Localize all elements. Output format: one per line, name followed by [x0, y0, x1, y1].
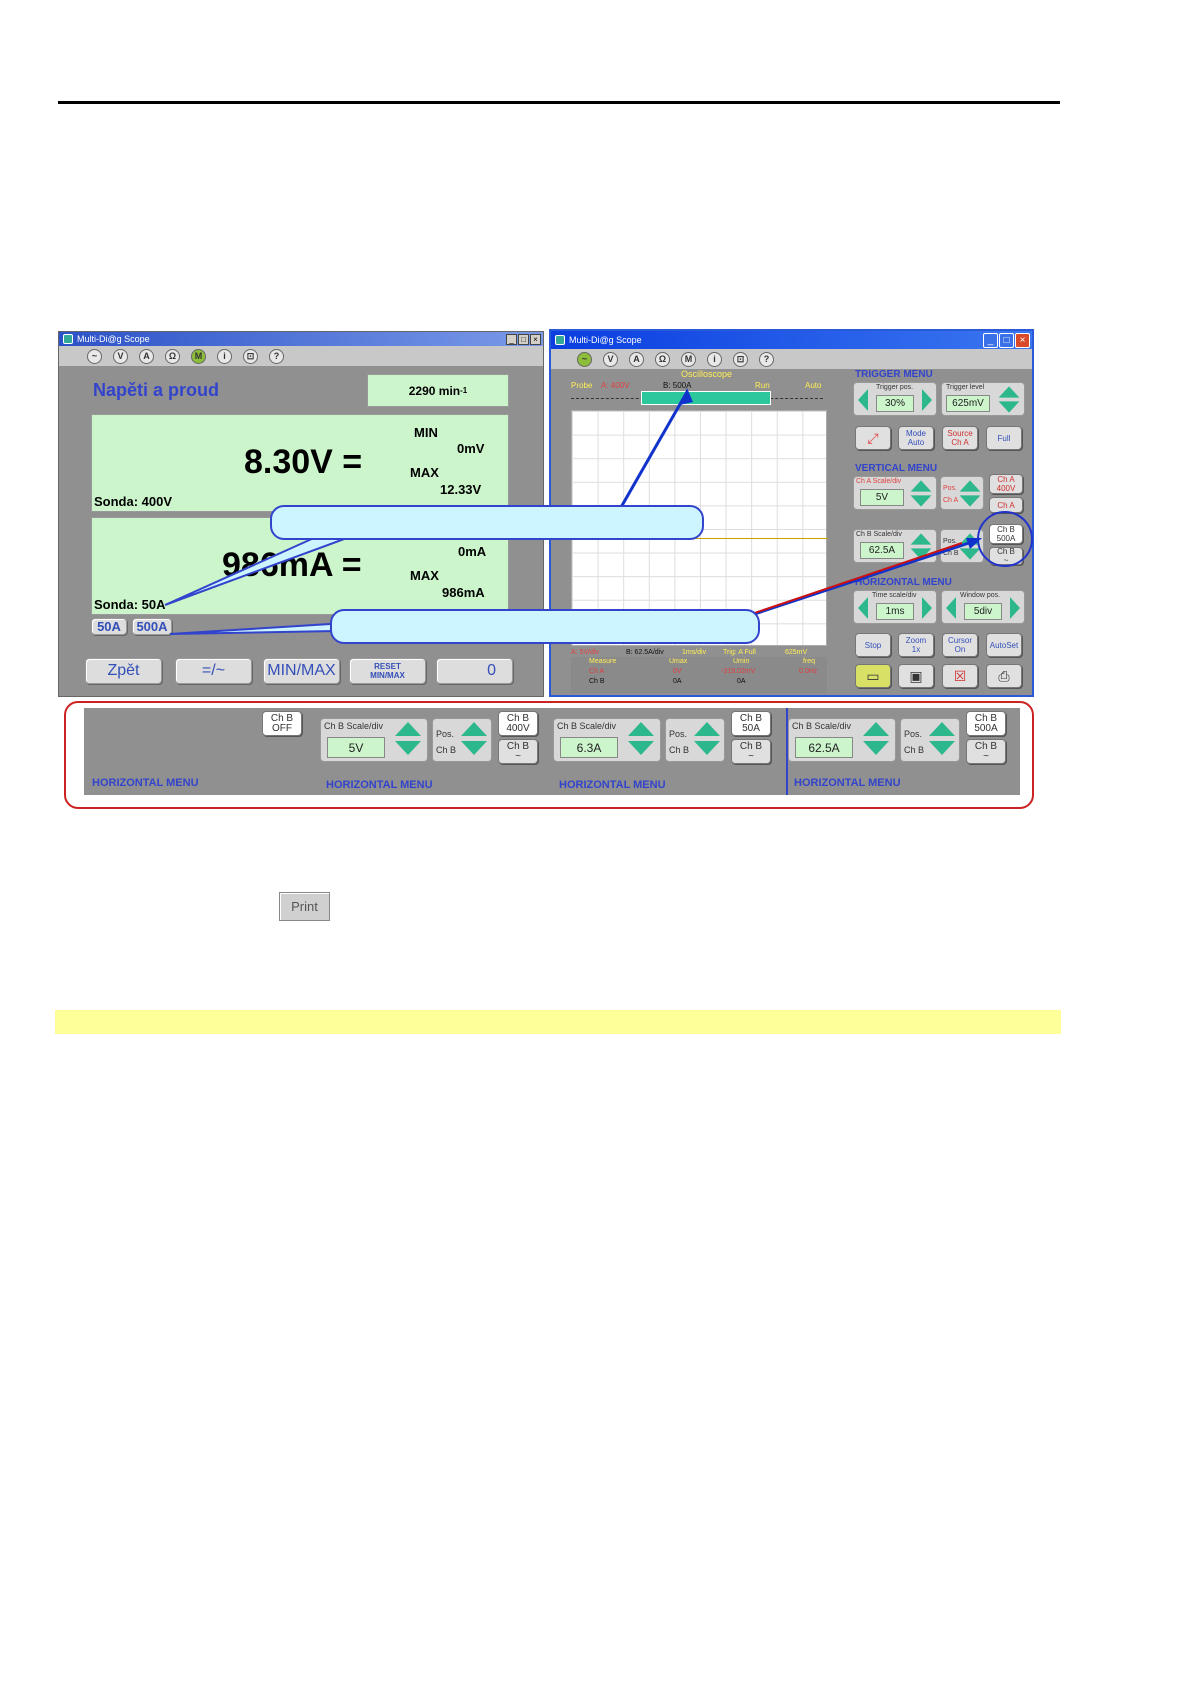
strip-scale-up-arrow[interactable] — [395, 722, 421, 736]
strip-scale-value: 5V — [327, 737, 385, 758]
strip-pos-label: Pos. — [436, 729, 455, 739]
chb-coupling-button[interactable]: Ch B ~ — [498, 739, 538, 764]
strip-pos-channel: Ch B — [904, 745, 925, 755]
strip-segment-400v: Ch B Scale/div 5V Pos. Ch B Ch B 400V Ch … — [320, 708, 553, 795]
print-button[interactable]: Print — [279, 892, 330, 921]
chb-coupling-value: ~ — [515, 750, 521, 762]
chb-coupling-button[interactable]: Ch B ~ — [966, 739, 1006, 764]
strip-scale-down-arrow[interactable] — [628, 741, 654, 755]
strip-pos-label: Pos. — [669, 729, 688, 739]
annotation-arrow-b-probe-head — [680, 388, 693, 405]
strip-scale-label: Ch B Scale/div — [557, 721, 617, 731]
strip-scale-up-arrow[interactable] — [863, 722, 889, 736]
strip-pos-up-arrow[interactable] — [461, 722, 487, 736]
chb-coupling-button[interactable]: Ch B ~ — [731, 739, 771, 764]
chb-400v-value: 400V — [506, 722, 530, 734]
strip-scale-down-arrow[interactable] — [395, 741, 421, 755]
chb-50a-label: Ch B — [739, 712, 763, 724]
strip-scale-control: Ch B Scale/div 6.3A — [553, 718, 661, 762]
strip-pos-label: Pos. — [904, 729, 923, 739]
chb-500a-label: Ch B — [974, 712, 998, 724]
strip-segment-50a: Ch B Scale/div 6.3A Pos. Ch B Ch B 50A Ch… — [553, 708, 786, 795]
chb-off-value: OFF — [272, 722, 292, 734]
strip-pos-up-arrow[interactable] — [929, 722, 955, 736]
chb-500a-value: 500A — [974, 722, 998, 734]
highlight-bar — [55, 1010, 1061, 1034]
strip-scale-control: Ch B Scale/div 5V — [320, 718, 428, 762]
chb-off-button[interactable]: Ch B OFF — [262, 711, 302, 736]
chb-400v-button[interactable]: Ch B 400V — [498, 711, 538, 736]
strip-scale-value: 62.5A — [795, 737, 853, 758]
chb-400v-label: Ch B — [506, 712, 530, 724]
chb-coupling-label: Ch B — [739, 740, 763, 752]
strip-scale-control: Ch B Scale/div 62.5A — [788, 718, 896, 762]
strip-horizontal-menu-label: HORIZONTAL MENU — [559, 779, 666, 791]
annotation-arrow-b-probe — [610, 391, 689, 524]
chb-states-strip: Ch B OFF HORIZONTAL MENU Ch B Scale/div 5… — [84, 708, 1020, 795]
strip-pos-up-arrow[interactable] — [694, 722, 720, 736]
strip-scale-label: Ch B Scale/div — [324, 721, 384, 731]
strip-pos-down-arrow[interactable] — [929, 741, 955, 755]
strip-pos-control: Pos. Ch B — [900, 718, 960, 762]
chb-50a-value: 50A — [742, 722, 760, 734]
strip-scale-label: Ch B Scale/div — [792, 721, 852, 731]
strip-scale-up-arrow[interactable] — [628, 722, 654, 736]
strip-scale-value: 6.3A — [560, 737, 618, 758]
strip-segment-500a: Ch B Scale/div 62.5A Pos. Ch B Ch B 500A … — [786, 708, 1020, 795]
chb-50a-button[interactable]: Ch B 50A — [731, 711, 771, 736]
chb-coupling-value: ~ — [748, 750, 754, 762]
strip-pos-channel: Ch B — [436, 745, 457, 755]
strip-pos-down-arrow[interactable] — [461, 741, 487, 755]
strip-horizontal-menu-label: HORIZONTAL MENU — [92, 777, 199, 789]
chb-500a-button[interactable]: Ch B 500A — [966, 711, 1006, 736]
annotation-arrow-chb-button-head — [966, 538, 982, 549]
annotation-overlay — [164, 388, 982, 635]
strip-pos-control: Pos. Ch B — [665, 718, 725, 762]
callout-bottom-tail — [169, 611, 341, 635]
callout-box-top — [270, 505, 704, 540]
chb-coupling-label: Ch B — [506, 740, 530, 752]
strip-pos-channel: Ch B — [669, 745, 690, 755]
strip-pos-down-arrow[interactable] — [694, 741, 720, 755]
callout-box-bottom — [330, 609, 760, 644]
strip-horizontal-menu-label: HORIZONTAL MENU — [794, 777, 901, 789]
strip-horizontal-menu-label: HORIZONTAL MENU — [326, 779, 433, 791]
chb-coupling-label: Ch B — [974, 740, 998, 752]
strip-pos-control: Pos. Ch B — [432, 718, 492, 762]
strip-scale-down-arrow[interactable] — [863, 741, 889, 755]
chb-coupling-value: ~ — [983, 750, 989, 762]
chb-off-label: Ch B — [270, 712, 294, 724]
strip-segment-off: Ch B OFF HORIZONTAL MENU — [84, 708, 320, 795]
